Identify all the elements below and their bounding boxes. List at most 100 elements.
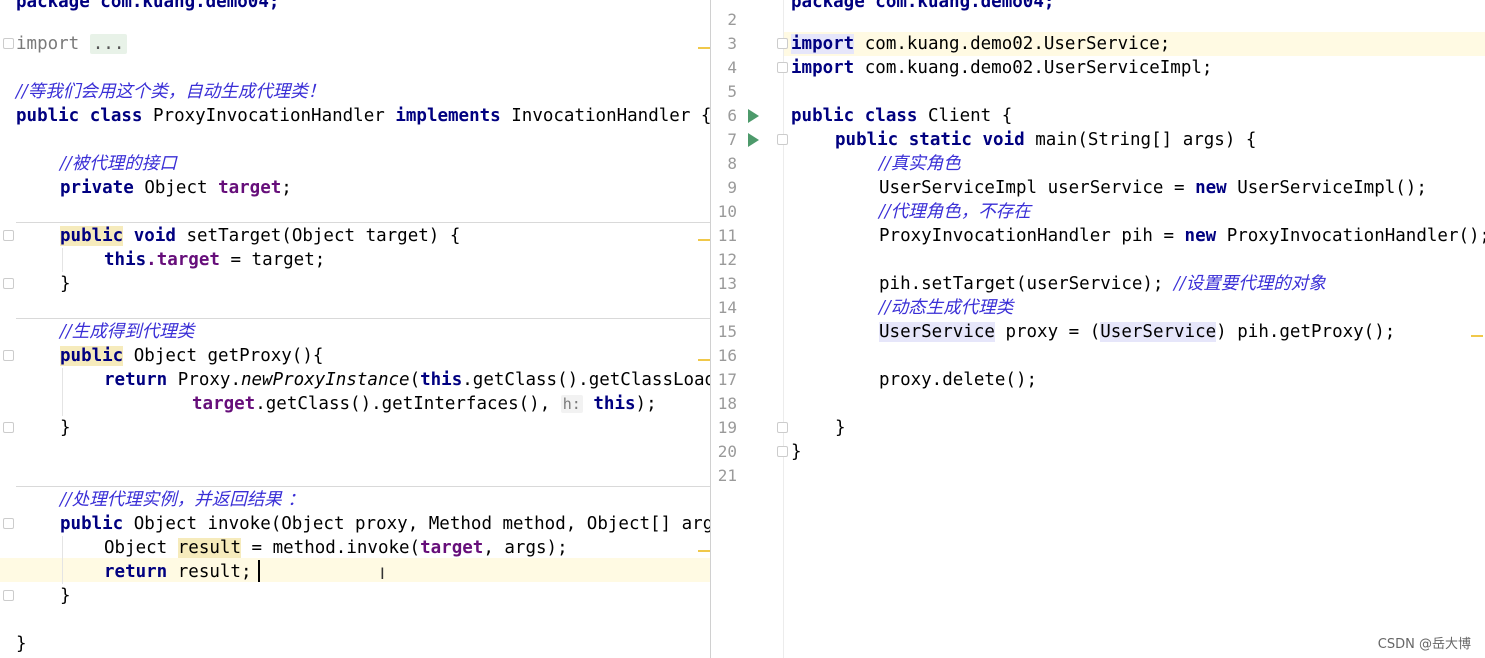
type-name: Object bbox=[104, 538, 178, 558]
code-line-brace: } bbox=[60, 416, 71, 440]
code-text: UserServiceImpl userService = bbox=[879, 178, 1196, 198]
code-line-comment: //处理代理实例，并返回结果 ： bbox=[60, 488, 305, 512]
warning-marker[interactable] bbox=[698, 239, 710, 241]
code-text: pih.setTarget(userService); bbox=[879, 274, 1175, 294]
code-line-return-result: return result; bbox=[104, 560, 252, 584]
code-comment: //设置要代理的对象 bbox=[1174, 274, 1326, 294]
code-line-result: Object result = method.invoke(target, ar… bbox=[104, 536, 568, 560]
line-number: 10 bbox=[717, 202, 737, 221]
line-number: 6 bbox=[727, 106, 737, 125]
field-name: target bbox=[218, 178, 282, 198]
variable-highlight: result bbox=[177, 538, 241, 558]
keyword: private bbox=[60, 178, 134, 198]
closing-brace: } bbox=[60, 418, 71, 438]
code-text: ) pih.getProxy(); bbox=[1216, 322, 1396, 342]
class-name: Client { bbox=[917, 106, 1013, 126]
keyword: void bbox=[133, 226, 176, 246]
fold-toggle[interactable] bbox=[777, 62, 788, 73]
indent-guide bbox=[62, 248, 63, 272]
fold-toggle[interactable] bbox=[3, 422, 14, 433]
fold-toggle[interactable] bbox=[777, 422, 788, 433]
code-text: , args); bbox=[483, 538, 568, 558]
code-line-package: package com.kuang.demo04; bbox=[16, 0, 279, 14]
fold-toggle[interactable] bbox=[777, 446, 788, 457]
keyword: public bbox=[60, 226, 124, 246]
code-line-brace: } bbox=[60, 584, 71, 608]
method-separator bbox=[16, 222, 710, 223]
field-name: target bbox=[192, 394, 256, 414]
watermark: CSDN @岳大博 bbox=[1377, 637, 1471, 652]
fold-toggle[interactable] bbox=[3, 230, 14, 241]
fold-toggle[interactable] bbox=[3, 278, 14, 289]
static-method: newProxyInstance bbox=[240, 370, 410, 390]
interface-name: InvocationHandler { bbox=[511, 106, 710, 126]
code-text: .getClass().getInterfaces(), bbox=[255, 394, 561, 414]
package-statement: package com.kuang.demo04; bbox=[791, 0, 1055, 12]
run-class-icon[interactable] bbox=[748, 109, 759, 123]
warning-marker[interactable] bbox=[698, 550, 710, 552]
line-number: 5 bbox=[727, 82, 737, 101]
code-text: result; bbox=[167, 562, 252, 582]
keyword: return bbox=[104, 562, 168, 582]
fold-toggle[interactable] bbox=[777, 134, 788, 145]
import-keyword: import bbox=[791, 58, 855, 78]
code-line-assign: this.target = target; bbox=[104, 248, 325, 272]
code-comment: //动态生成代理类 bbox=[879, 298, 1014, 318]
fold-toggle[interactable] bbox=[3, 38, 14, 49]
method-signature: Object getProxy(){ bbox=[133, 346, 324, 366]
gutter-separator bbox=[783, 0, 784, 658]
keyword: this bbox=[593, 394, 636, 414]
code-text: = method.invoke( bbox=[240, 538, 421, 558]
folded-imports[interactable]: ... bbox=[89, 34, 128, 54]
code-comment: //生成得到代理类 bbox=[60, 322, 195, 342]
ibeam-cursor-icon: I bbox=[380, 564, 385, 583]
fold-toggle[interactable] bbox=[3, 350, 14, 361]
line-number: 17 bbox=[717, 370, 737, 389]
fold-toggle[interactable] bbox=[777, 38, 788, 49]
line-number: 2 bbox=[727, 10, 737, 29]
left-editor-pane[interactable]: package com.kuang.demo04; import ... //等… bbox=[0, 0, 710, 658]
code-line-userservice: UserServiceImpl userService = new UserSe… bbox=[879, 176, 1427, 200]
keyword: this bbox=[104, 250, 147, 270]
line-number: 18 bbox=[717, 394, 737, 413]
code-line-return: return Proxy.newProxyInstance(this.getCl… bbox=[104, 368, 710, 392]
line-number: 7 bbox=[727, 130, 737, 149]
indent-guide bbox=[62, 368, 63, 416]
line-number: 19 bbox=[717, 418, 737, 437]
keyword: public class bbox=[791, 106, 918, 126]
type-name: Object bbox=[144, 178, 208, 198]
warning-marker[interactable] bbox=[698, 359, 710, 361]
right-editor-pane[interactable]: 2 3 4 5 6 7 8 9 10 11 12 13 14 15 16 17 … bbox=[711, 0, 1485, 658]
code-line-getproxy: public Object getProxy(){ bbox=[60, 344, 323, 368]
line-number: 12 bbox=[717, 250, 737, 269]
warning-marker[interactable] bbox=[698, 47, 710, 49]
import-path: com.kuang.demo02.UserServiceImpl; bbox=[854, 58, 1213, 78]
line-number: 21 bbox=[717, 466, 737, 485]
code-line-comment: //真实角色 bbox=[879, 152, 961, 176]
code-line-proxy: UserService proxy = (UserService) pih.ge… bbox=[879, 320, 1395, 344]
code-line-settarget: public void setTarget(Object target) { bbox=[60, 224, 460, 248]
keyword: public bbox=[16, 106, 80, 126]
field-name: target bbox=[420, 538, 484, 558]
indent-guide bbox=[62, 536, 63, 584]
line-number: 14 bbox=[717, 298, 737, 317]
code-line-pih: ProxyInvocationHandler pih = new ProxyIn… bbox=[879, 224, 1485, 248]
code-line-invoke: public Object invoke(Object proxy, Metho… bbox=[60, 512, 710, 536]
keyword: public bbox=[60, 346, 124, 366]
fold-toggle[interactable] bbox=[3, 518, 14, 529]
line-number: 3 bbox=[727, 34, 737, 53]
code-line-brace: } bbox=[60, 272, 71, 296]
method-signature: Object invoke(Object proxy, Method metho… bbox=[133, 514, 710, 534]
class-name: ProxyInvocationHandler bbox=[153, 106, 385, 126]
method-signature: setTarget(Object target) { bbox=[186, 226, 461, 246]
fold-toggle[interactable] bbox=[3, 590, 14, 601]
run-main-icon[interactable] bbox=[748, 133, 759, 147]
line-number: 9 bbox=[727, 178, 737, 197]
method-separator bbox=[16, 318, 710, 319]
code-text: ProxyInvocationHandler pih = bbox=[879, 226, 1185, 246]
code-line-comment: //动态生成代理类 bbox=[879, 296, 1013, 320]
line-number: 13 bbox=[717, 274, 737, 293]
parameter-hint: h: bbox=[560, 395, 583, 413]
code-comment: //被代理的接口 bbox=[60, 154, 177, 174]
warning-marker[interactable] bbox=[1471, 335, 1483, 337]
